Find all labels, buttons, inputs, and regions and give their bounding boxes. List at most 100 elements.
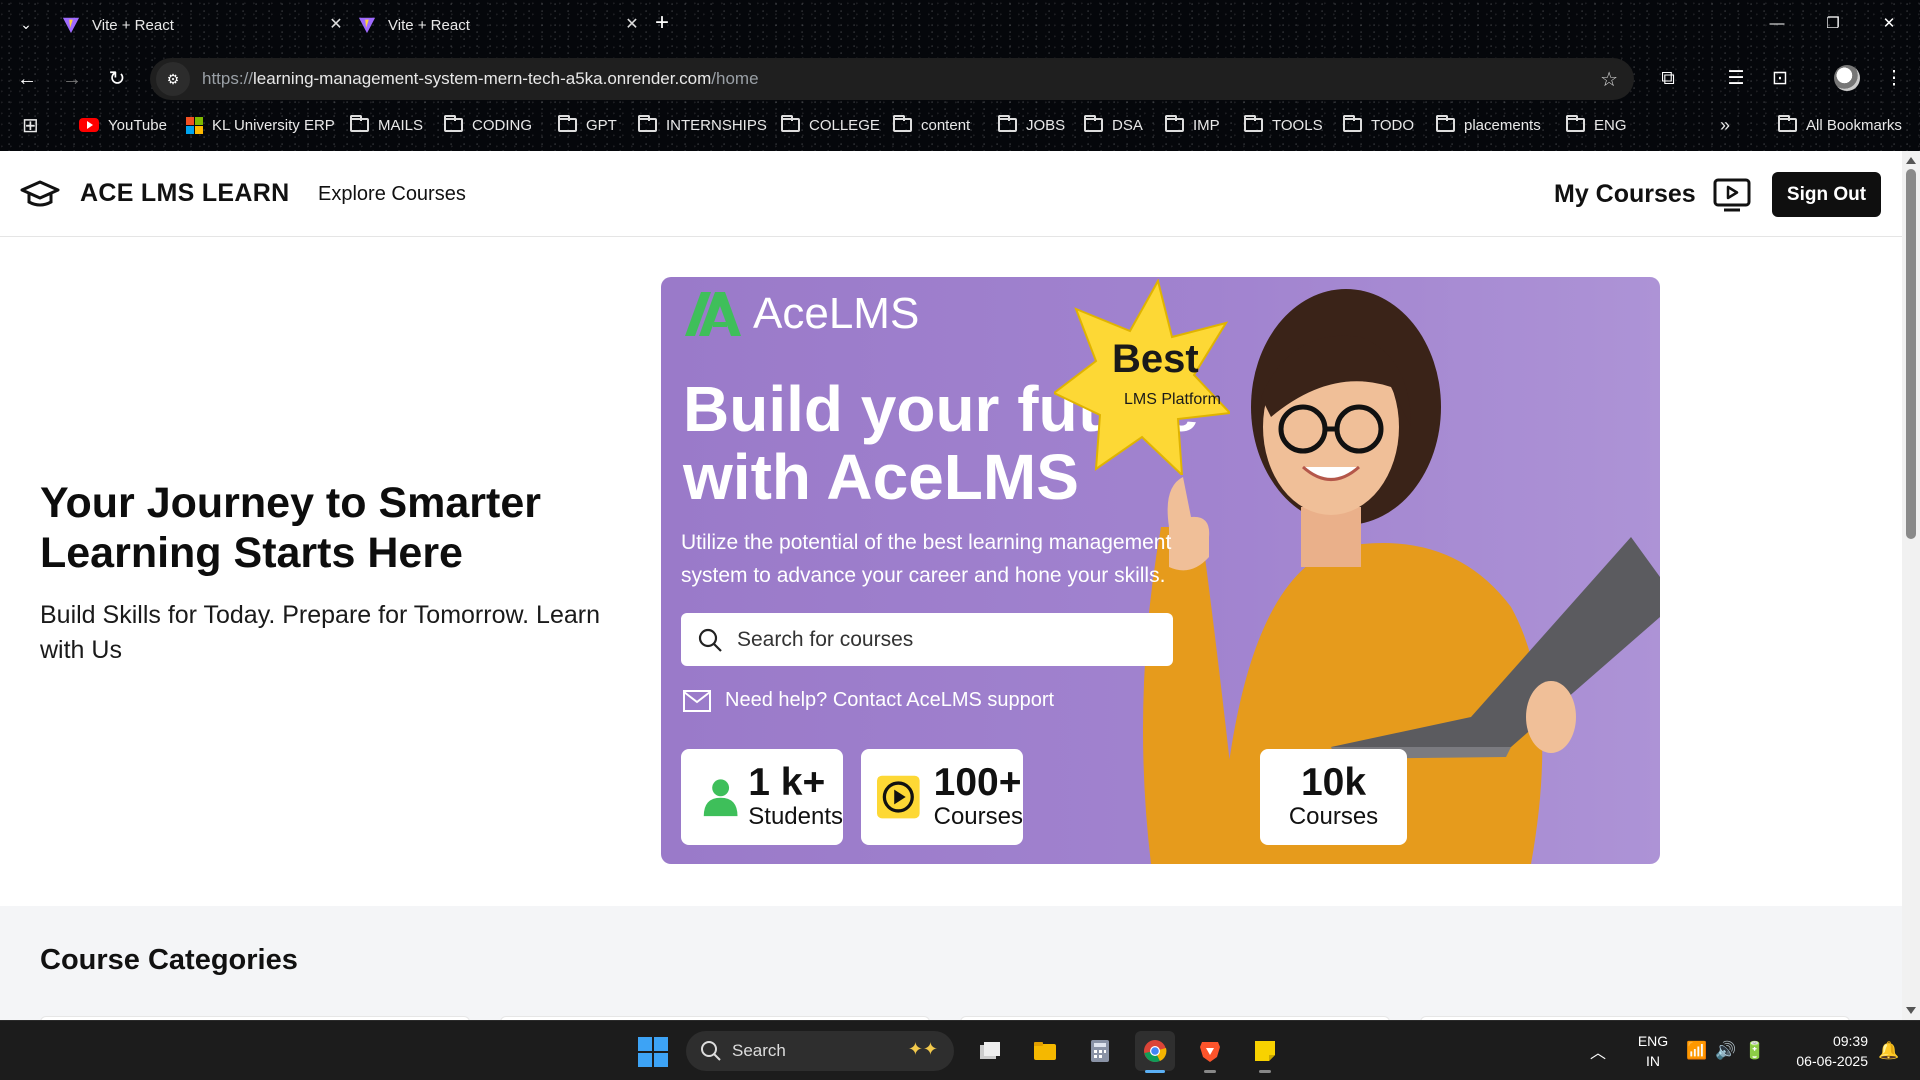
more-bookmarks-button[interactable]: » [1720, 111, 1730, 139]
brand-name[interactable]: ACE LMS LEARN [80, 179, 289, 208]
folder-icon [444, 115, 463, 132]
bookmark-folder[interactable]: TOOLS [1244, 111, 1323, 139]
stat-number: 100+ [933, 761, 1022, 804]
wifi-icon[interactable]: 📶 [1686, 1021, 1707, 1080]
reading-list-icon[interactable]: ☰ [1722, 65, 1750, 93]
vite-icon [62, 17, 80, 34]
site-info-icon[interactable]: ⚙ [156, 62, 190, 96]
windows-start-icon[interactable] [638, 1037, 668, 1067]
calculator-icon [1091, 1040, 1109, 1062]
hero-subtitle: Build Skills for Today. Prepare for Tomo… [40, 601, 600, 664]
battery-icon[interactable]: 🔋 [1744, 1021, 1765, 1080]
stat-label: Courses [933, 803, 1023, 830]
sign-out-button[interactable]: Sign Out [1772, 172, 1881, 217]
banner-logo: AceLMS [685, 289, 919, 339]
close-tab-icon[interactable]: ✕ [326, 15, 346, 35]
bookmark-folder[interactable]: ENG [1566, 111, 1627, 139]
bookmark-star-icon[interactable]: ☆ [1600, 67, 1618, 92]
chrome-app[interactable] [1135, 1031, 1175, 1073]
banner-logo-text: AceLMS [753, 289, 920, 338]
folder-icon [1244, 115, 1263, 132]
sticky-notes-app[interactable] [1245, 1031, 1285, 1073]
folder-icon [1436, 115, 1455, 132]
chrome-icon [1144, 1040, 1167, 1063]
folder-icon [1566, 115, 1585, 132]
hero-title: Your Journey to Smarter Learning Starts … [40, 479, 541, 577]
browser-toolbar: ← → ↻ ⚙ https://learning-management-syst… [0, 55, 1920, 103]
menu-kebab-icon[interactable]: ⋮ [1880, 65, 1908, 93]
calculator-app[interactable] [1080, 1031, 1120, 1071]
hero-banner: AceLMS Build your future with AceLMS Bes… [661, 277, 1660, 864]
language-indicator[interactable]: ENG IN [1636, 1031, 1670, 1071]
support-link[interactable]: Need help? Contact AceLMS support [683, 689, 1054, 712]
youtube-icon [79, 118, 99, 132]
folder-icon [1165, 115, 1184, 132]
folder-icon [1343, 115, 1362, 132]
bookmark-folder[interactable]: GPT [558, 111, 617, 139]
scroll-down-arrow-icon[interactable] [1906, 1007, 1916, 1014]
support-text: Need help? Contact AceLMS support [725, 689, 1055, 711]
my-courses-link[interactable]: My Courses [1554, 180, 1696, 209]
course-categories-section: Course Categories [0, 906, 1902, 1020]
profile-avatar[interactable] [1834, 65, 1860, 91]
bookmark-folder[interactable]: content [893, 111, 970, 139]
task-view-app[interactable] [970, 1031, 1010, 1071]
bookmark-folder[interactable]: CODING [444, 111, 532, 139]
close-window-icon[interactable]: ✕ [1874, 12, 1904, 36]
bookmark-folder[interactable]: placements [1436, 111, 1541, 139]
bookmark-kl-erp[interactable]: KL University ERP [186, 111, 335, 139]
play-icon [877, 775, 920, 819]
close-tab-icon[interactable]: ✕ [622, 15, 642, 35]
back-icon[interactable]: ← [13, 65, 41, 93]
browser-tab[interactable]: Vite + React ✕ [358, 8, 650, 42]
bookmark-folder[interactable]: MAILS [350, 111, 423, 139]
minimize-icon[interactable]: — [1762, 12, 1792, 36]
bookmark-youtube[interactable]: YouTube [79, 111, 167, 139]
section-title: Course Categories [40, 944, 298, 976]
reload-icon[interactable]: ↻ [103, 65, 131, 93]
site-header: ACE LMS LEARN Explore Courses My Courses… [0, 151, 1902, 237]
course-search-box[interactable] [681, 613, 1173, 666]
taskbar-search-label: Search [732, 1041, 786, 1060]
bookmark-folder[interactable]: IMP [1165, 111, 1220, 139]
bookmark-folder[interactable]: COLLEGE [781, 111, 880, 139]
bookmark-folder[interactable]: INTERNSHIPS [638, 111, 767, 139]
bookmarks-bar: ⊞ YouTube KL University ERP MAILS CODING… [0, 111, 1920, 139]
student-icon [703, 779, 738, 817]
file-explorer-app[interactable] [1025, 1031, 1065, 1071]
folder-icon [350, 115, 369, 132]
explore-courses-link[interactable]: Explore Courses [318, 183, 466, 206]
page-scrollbar[interactable] [1902, 151, 1920, 1020]
brave-app[interactable] [1190, 1031, 1230, 1073]
extensions-icon[interactable]: ⧉ [1654, 65, 1682, 93]
all-bookmarks-button[interactable]: All Bookmarks [1778, 111, 1902, 139]
tab-search-chevron-icon[interactable]: ⌄ [14, 12, 38, 36]
scroll-thumb[interactable] [1906, 169, 1916, 539]
forward-icon[interactable]: → [58, 65, 86, 93]
clock-date: 06-06-2025 [1796, 1053, 1868, 1069]
course-search-input[interactable] [737, 627, 1157, 652]
bookmark-folder[interactable]: JOBS [998, 111, 1065, 139]
folder-icon [1084, 115, 1103, 132]
taskbar-search[interactable]: Search ✦✦ [686, 1031, 954, 1071]
tv-play-icon[interactable] [1712, 177, 1752, 213]
screenshot-icon[interactable]: ⊡ [1766, 65, 1794, 93]
url-text[interactable]: https://learning-management-system-mern-… [202, 69, 759, 89]
address-bar[interactable]: ⚙ https://learning-management-system-mer… [150, 58, 1634, 100]
scroll-up-arrow-icon[interactable] [1906, 157, 1916, 164]
show-hidden-icons-chevron[interactable]: ︿ [1590, 1021, 1606, 1080]
bookmark-folder[interactable]: DSA [1084, 111, 1143, 139]
volume-icon[interactable]: 🔊 [1715, 1021, 1736, 1080]
stat-card-students: 1 k+ Students [681, 749, 843, 845]
system-clock[interactable]: 09:39 06-06-2025 [1784, 1031, 1868, 1071]
notifications-icon[interactable]: 🔔 [1878, 1021, 1899, 1080]
bookmark-folder[interactable]: TODO [1343, 111, 1414, 139]
browser-tab[interactable]: Vite + React ✕ [62, 8, 354, 42]
apps-grid-icon[interactable]: ⊞ [22, 111, 39, 139]
task-view-icon [980, 1042, 1000, 1059]
restore-icon[interactable]: ❐ [1818, 12, 1848, 36]
new-tab-button[interactable]: + [650, 11, 674, 36]
search-icon [701, 1041, 721, 1061]
mail-icon [683, 689, 711, 712]
folder-icon [558, 115, 577, 132]
